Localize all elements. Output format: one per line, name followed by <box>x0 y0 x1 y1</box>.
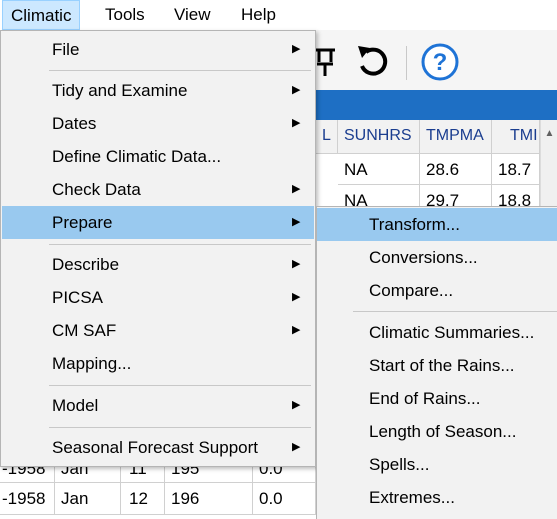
menu-item-dates[interactable]: Dates ▶ <box>2 107 314 140</box>
menu-item-label: Define Climatic Data... <box>52 147 222 166</box>
submenu-arrow-icon: ▶ <box>292 43 301 55</box>
menu-separator <box>49 70 311 71</box>
submenu-item-label: Climatic Summaries... <box>369 323 535 342</box>
svg-text:?: ? <box>433 49 448 76</box>
submenu-item-end-of-rains[interactable]: End of Rains... <box>317 382 557 415</box>
table-cell[interactable]: NA <box>338 154 420 185</box>
menu-item-model[interactable]: Model ▶ <box>2 389 314 422</box>
submenu-arrow-icon: ▶ <box>292 117 301 129</box>
menu-item-picsa[interactable]: PICSA ▶ <box>2 281 314 314</box>
prepare-submenu: Transform... Conversions... Compare... C… <box>316 206 557 519</box>
table-cell[interactable]: 18.8 <box>492 185 540 207</box>
menu-climatic[interactable]: Climatic <box>2 0 81 30</box>
menu-item-check-data[interactable]: Check Data ▶ <box>2 173 314 206</box>
help-icon[interactable]: ? <box>419 42 461 82</box>
submenu-item-label: Extremes... <box>369 488 455 507</box>
table-cell[interactable]: -1958 <box>0 483 55 515</box>
menu-item-label: Describe <box>52 255 120 274</box>
submenu-item-label: Spells... <box>369 455 430 474</box>
submenu-item-extremes[interactable]: Extremes... <box>317 481 557 514</box>
menu-item-describe[interactable]: Describe ▶ <box>2 248 314 281</box>
menu-bar: Climatic Tools View Help <box>0 0 557 30</box>
table-cell[interactable]: 18.7 <box>492 154 540 185</box>
undo-icon[interactable] <box>354 42 392 80</box>
column-header[interactable]: SUNHRS <box>338 120 420 154</box>
menu-separator <box>49 385 311 386</box>
submenu-item-length-of-season[interactable]: Length of Season... <box>317 415 557 448</box>
menu-view[interactable]: View <box>166 0 219 30</box>
submenu-item-label: Length of Season... <box>369 422 517 441</box>
menu-item-label: Dates <box>52 114 97 133</box>
submenu-item-label: Transform... <box>369 215 460 234</box>
menu-item-file[interactable]: File ▶ <box>2 33 314 66</box>
submenu-item-start-of-the-rains[interactable]: Start of the Rains... <box>317 349 557 382</box>
submenu-arrow-icon: ▶ <box>292 258 301 270</box>
menu-item-define-climatic-data[interactable]: Define Climatic Data... <box>2 140 314 173</box>
submenu-arrow-icon: ▶ <box>292 291 301 303</box>
column-header[interactable]: L <box>316 120 338 154</box>
menu-item-tidy-and-examine[interactable]: Tidy and Examine ▶ <box>2 74 314 107</box>
menu-help[interactable]: Help <box>233 0 284 30</box>
submenu-arrow-icon: ▶ <box>292 324 301 336</box>
menu-item-mapping[interactable]: Mapping... <box>2 347 314 380</box>
menu-separator <box>49 244 311 245</box>
submenu-item-label: End of Rains... <box>369 389 481 408</box>
menu-item-cm-saf[interactable]: CM SAF ▶ <box>2 314 314 347</box>
table-cell[interactable]: NA <box>338 185 420 207</box>
table-cell[interactable]: 28.6 <box>420 154 492 185</box>
menu-item-label: PICSA <box>52 288 104 307</box>
scroll-up-arrow-icon[interactable]: ▲ <box>541 128 557 139</box>
menu-item-seasonal-forecast-support[interactable]: Seasonal Forecast Support ▶ <box>2 431 314 464</box>
menu-item-label: Tidy and Examine <box>52 81 188 100</box>
menu-item-label: CM SAF <box>52 321 117 340</box>
column-header[interactable]: TMI <box>492 120 540 154</box>
table-cell[interactable]: Jan <box>55 483 121 515</box>
submenu-item-label: Start of the Rains... <box>369 356 515 375</box>
submenu-item-transform[interactable]: Transform... <box>317 208 557 241</box>
menu-item-prepare[interactable]: Prepare ▶ <box>2 206 314 239</box>
menu-item-label: Check Data <box>52 180 141 199</box>
submenu-item-label: Compare... <box>369 281 454 300</box>
submenu-arrow-icon: ▶ <box>292 441 301 453</box>
column-header[interactable]: TMPMA <box>420 120 492 154</box>
table-cell[interactable]: 29.7 <box>420 185 492 207</box>
submenu-item-spells[interactable]: Spells... <box>317 448 557 481</box>
toolbar-divider <box>406 46 407 80</box>
table-cell[interactable]: 12 <box>121 483 165 515</box>
menu-item-label: Seasonal Forecast Support <box>52 438 259 457</box>
submenu-item-compare[interactable]: Compare... <box>317 274 557 307</box>
menu-item-label: Prepare <box>52 213 113 232</box>
submenu-item-conversions[interactable]: Conversions... <box>317 241 557 274</box>
menu-separator <box>353 311 557 312</box>
menu-tools[interactable]: Tools <box>97 0 153 30</box>
menu-item-label: Model <box>52 396 99 415</box>
climatic-menu: File ▶ Tidy and Examine ▶ Dates ▶ Define… <box>0 30 316 467</box>
menu-item-label: File <box>52 40 80 59</box>
submenu-arrow-icon: ▶ <box>292 183 301 195</box>
menu-item-label: Mapping... <box>52 354 132 373</box>
submenu-arrow-icon: ▶ <box>292 216 301 228</box>
submenu-arrow-icon: ▶ <box>292 399 301 411</box>
menu-separator <box>49 427 311 428</box>
submenu-item-label: Conversions... <box>369 248 478 267</box>
submenu-arrow-icon: ▶ <box>292 84 301 96</box>
table-cell[interactable]: 0.0 <box>253 483 316 515</box>
submenu-item-climatic-summaries[interactable]: Climatic Summaries... <box>317 316 557 349</box>
table-cell[interactable]: 196 <box>165 483 253 515</box>
